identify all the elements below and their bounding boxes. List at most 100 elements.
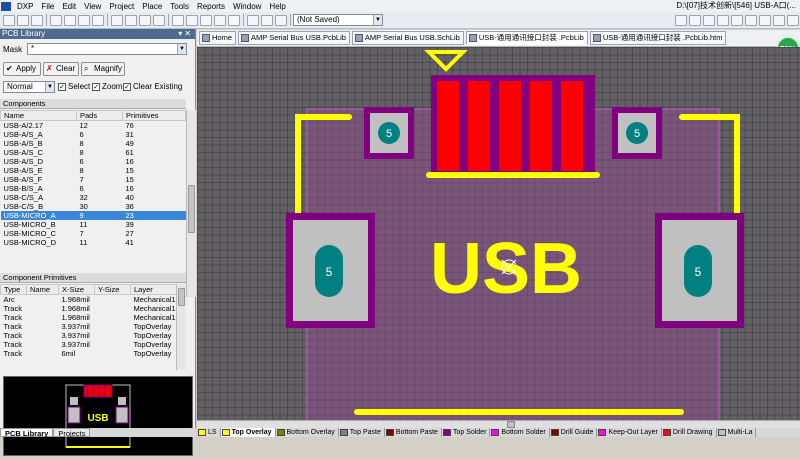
- select-checkbox[interactable]: ✓ Select: [58, 82, 90, 92]
- component-tool-icon[interactable]: [773, 14, 785, 26]
- open-icon[interactable]: [17, 14, 29, 26]
- doc-tab[interactable]: AMP Serial Bus USB.PcbLib: [238, 31, 350, 45]
- component-row[interactable]: USB-C/S_B 30 36: [1, 202, 186, 211]
- primitive-row[interactable]: Track 3.937mil TopOverlay: [1, 340, 186, 349]
- layer-tab[interactable]: Bottom Overlay: [276, 428, 339, 437]
- magnify-button[interactable]: ⌕ Magnify: [81, 62, 125, 76]
- rubber-stamp-icon[interactable]: [153, 14, 165, 26]
- component-row[interactable]: USB-MICRO_D 11 41: [1, 238, 186, 247]
- menu-help[interactable]: Help: [265, 2, 289, 11]
- primitive-row[interactable]: Track 6mil TopOverlay: [1, 349, 186, 358]
- copy-icon[interactable]: [125, 14, 137, 26]
- menu-place[interactable]: Place: [138, 2, 166, 11]
- layer-tab[interactable]: Multi-La: [717, 428, 757, 437]
- component-row[interactable]: USB-A/S_F 7 15: [1, 175, 186, 184]
- pencil-tool-icon[interactable]: [675, 14, 687, 26]
- via-tool-icon[interactable]: [717, 14, 729, 26]
- array-paste-icon[interactable]: [787, 14, 799, 26]
- col-ysize-header[interactable]: Y-Size: [94, 284, 131, 295]
- col-primitives-header[interactable]: Primitives: [122, 110, 186, 121]
- doc-tab[interactable]: USB-通用通讯接口封装 .PcbLib: [465, 31, 588, 45]
- undo-icon[interactable]: [247, 14, 259, 26]
- clear-existing-checkbox[interactable]: ✓ Clear Existing: [123, 82, 182, 92]
- grid-icon[interactable]: [275, 14, 287, 26]
- primitive-row[interactable]: Track 3.937mil TopOverlay: [1, 322, 186, 331]
- zoom-checkbox[interactable]: ✓ Zoom: [92, 82, 122, 92]
- scroll-thumb[interactable]: [188, 185, 195, 233]
- paste-icon[interactable]: [139, 14, 151, 26]
- component-row[interactable]: USB-B/S_A 6 16: [1, 184, 186, 193]
- tab-pcb-library[interactable]: PCB Library: [0, 428, 54, 438]
- large-mount-pad-right[interactable]: 5: [655, 213, 744, 328]
- primitive-row[interactable]: Track 1.968mil Mechanical1: [1, 304, 186, 313]
- scroll-thumb[interactable]: [507, 421, 515, 428]
- pad-3[interactable]: [499, 81, 521, 171]
- menu-file[interactable]: File: [37, 2, 58, 11]
- col-pname-header[interactable]: Name: [26, 284, 59, 295]
- pad-1[interactable]: [437, 81, 459, 171]
- pad-5[interactable]: [561, 81, 583, 171]
- menu-view[interactable]: View: [80, 2, 105, 11]
- pad-4[interactable]: [530, 81, 552, 171]
- menu-project[interactable]: Project: [105, 2, 138, 11]
- zoom-area-icon[interactable]: [78, 14, 90, 26]
- pad-2[interactable]: [468, 81, 490, 171]
- fill-tool-icon[interactable]: [759, 14, 771, 26]
- scroll-thumb[interactable]: [178, 288, 185, 306]
- primitive-row[interactable]: Arc 1.968mil Mechanical1: [1, 295, 186, 305]
- layer-tab[interactable]: LS: [197, 428, 221, 437]
- apply-button[interactable]: ✔ Apply: [3, 62, 41, 76]
- primitive-row[interactable]: Track 3.937mil TopOverlay: [1, 331, 186, 340]
- arc-tool-icon[interactable]: [731, 14, 743, 26]
- layer-tab[interactable]: Top Overlay: [220, 428, 276, 437]
- layer-tab[interactable]: Bottom Solder: [490, 428, 550, 437]
- cross-probe-icon[interactable]: [228, 14, 240, 26]
- component-row[interactable]: USB-MICRO_C 7 27: [1, 229, 186, 238]
- small-mount-pad-right[interactable]: 5: [612, 107, 662, 159]
- new-doc-icon[interactable]: [3, 14, 15, 26]
- zoom-in-icon[interactable]: [64, 14, 76, 26]
- zoom-fit-icon[interactable]: [92, 14, 104, 26]
- col-type-header[interactable]: Type: [0, 284, 27, 295]
- pad-tool-icon[interactable]: [703, 14, 715, 26]
- line-tool-icon[interactable]: [689, 14, 701, 26]
- primitive-row[interactable]: Track 1.968mil Mechanical1: [1, 313, 186, 322]
- menu-reports[interactable]: Reports: [193, 2, 229, 11]
- component-row[interactable]: USB-A/2.17 12 76: [1, 121, 186, 131]
- col-xsize-header[interactable]: X-Size: [58, 284, 95, 295]
- clear-filter-icon[interactable]: [214, 14, 226, 26]
- menu-dxp[interactable]: DXP: [13, 2, 37, 11]
- component-row[interactable]: USB-A/S_E 8 15: [1, 166, 186, 175]
- cut-icon[interactable]: [111, 14, 123, 26]
- col-pads-header[interactable]: Pads: [76, 110, 123, 121]
- component-row[interactable]: USB-A/S_D 6 16: [1, 157, 186, 166]
- close-icon[interactable]: ✕: [184, 29, 193, 38]
- primitives-scrollbar[interactable]: [176, 284, 186, 370]
- menu-tools[interactable]: Tools: [166, 2, 193, 11]
- small-mount-pad-left[interactable]: 5: [364, 107, 414, 159]
- mode-dropdown[interactable]: Normal ▼: [3, 81, 55, 93]
- component-row[interactable]: USB-C/S_A 32 40: [1, 193, 186, 202]
- canvas-hscroll[interactable]: [197, 420, 800, 428]
- doc-tab[interactable]: Home: [199, 31, 237, 45]
- layer-tab[interactable]: Bottom Paste: [385, 428, 442, 437]
- menu-window[interactable]: Window: [229, 2, 265, 11]
- component-row[interactable]: USB-MICRO_A 9 23: [0, 211, 186, 220]
- footprint-drawing[interactable]: 5 5 5 5 USB: [197, 47, 800, 422]
- mask-input[interactable]: * ▼: [27, 43, 187, 55]
- layer-tab[interactable]: Drill Drawing: [662, 428, 717, 437]
- tab-projects[interactable]: Projects: [53, 428, 91, 438]
- component-row[interactable]: USB-MICRO_B 11 39: [1, 220, 186, 229]
- print-icon[interactable]: [50, 14, 62, 26]
- component-row[interactable]: USB-A/S_A 6 31: [1, 130, 186, 139]
- doc-tab[interactable]: USB-通用通讯接口封装 .PcbLib.htm: [589, 31, 727, 45]
- large-mount-pad-left[interactable]: 5: [286, 213, 375, 328]
- redo-icon[interactable]: [261, 14, 273, 26]
- variant-dropdown[interactable]: (Not Saved) ▼: [293, 14, 383, 26]
- layer-tab[interactable]: Top Solder: [442, 428, 491, 437]
- layer-tab[interactable]: Top Paste: [339, 428, 385, 437]
- move-icon[interactable]: [186, 14, 198, 26]
- clear-button[interactable]: ✗ Clear: [43, 62, 79, 76]
- select-area-icon[interactable]: [172, 14, 184, 26]
- layer-tab[interactable]: Keep-Out Layer: [597, 428, 662, 437]
